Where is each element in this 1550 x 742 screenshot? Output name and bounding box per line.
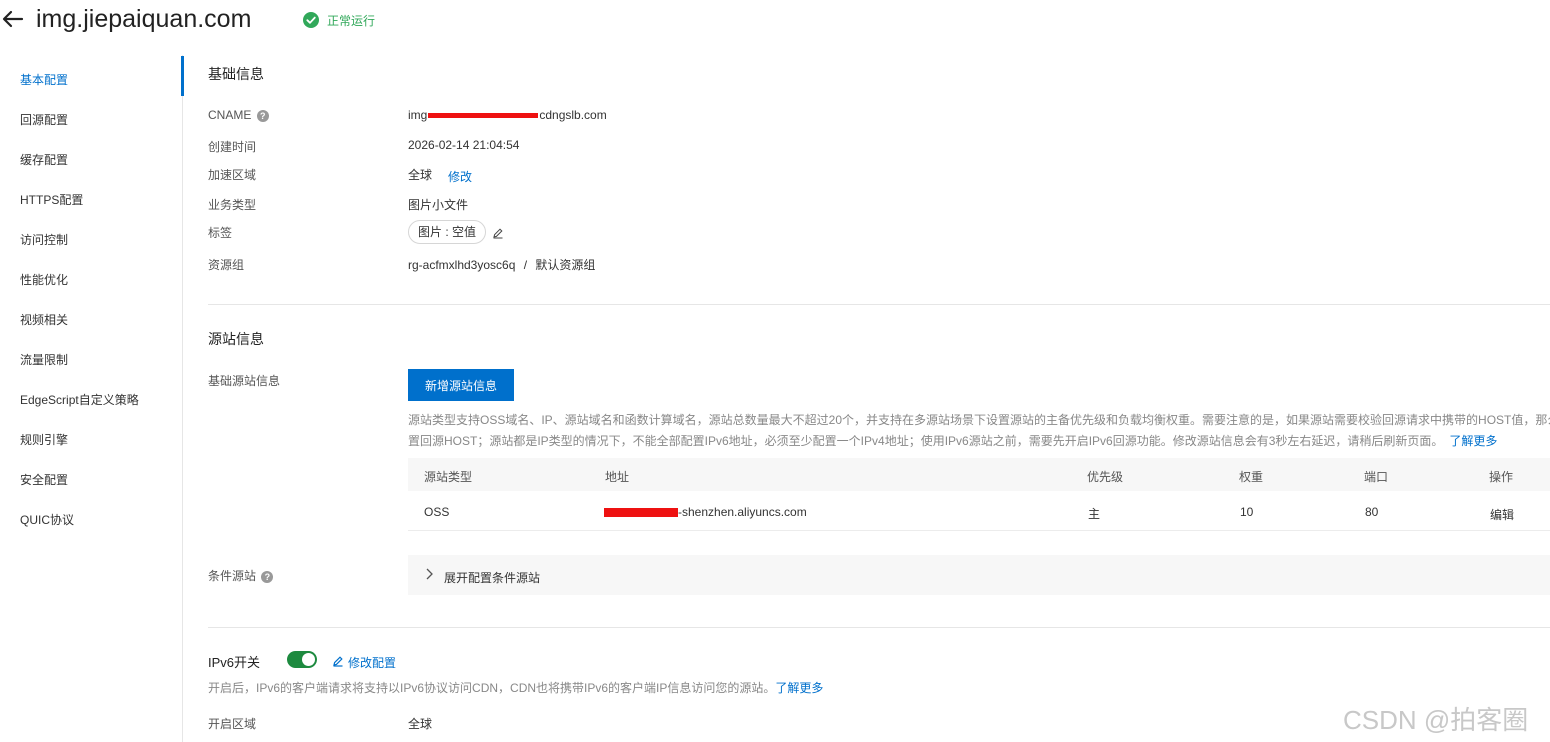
basic-info-title: 基础信息 <box>208 66 264 82</box>
cell-weight: 10 <box>1240 505 1254 519</box>
origin-description-line2: 置回源HOST；源站都是IP类型的情况下，不能全部配置IPv6地址，必须至少配置… <box>408 434 1498 448</box>
ipv6-toggle[interactable] <box>287 651 317 668</box>
conditional-origin-panel[interactable] <box>408 555 1550 595</box>
region-value: 全球 <box>408 168 433 182</box>
origin-learn-more-link[interactable]: 了解更多 <box>1449 434 1497 448</box>
conditional-origin-expand[interactable]: 展开配置条件源站 <box>444 569 540 586</box>
region-label: 加速区域 <box>208 168 257 182</box>
col-origin-type: 源站类型 <box>424 470 473 484</box>
edit-pencil-icon[interactable] <box>492 227 504 239</box>
resource-group-label: 资源组 <box>208 258 245 272</box>
cname-value: img cdngslb.com <box>408 108 607 122</box>
created-value: 2026-02-14 21:04:54 <box>408 138 520 152</box>
cname-redaction <box>428 113 539 119</box>
ipv6-title: IPv6开关 <box>208 655 261 670</box>
col-address: 地址 <box>605 470 630 484</box>
resource-group-value: rg-acfmxlhd3yosc6q / 默认资源组 <box>408 258 596 272</box>
domain-title: img.jiepaiquan.com <box>36 5 252 33</box>
sidebar-item-performance[interactable]: 性能优化 <box>20 271 68 288</box>
region-modify-link[interactable]: 修改 <box>448 168 472 185</box>
cell-origin-type: OSS <box>424 505 450 519</box>
status-text: 正常运行 <box>327 14 376 28</box>
help-icon[interactable]: ? <box>261 571 274 583</box>
sidebar-item-quic[interactable]: QUIC协议 <box>20 511 74 528</box>
cell-port: 80 <box>1365 505 1379 519</box>
table-row-divider <box>408 530 1550 531</box>
col-priority: 优先级 <box>1087 470 1124 484</box>
cell-priority: 主 <box>1088 507 1101 521</box>
tag-label: 标签 <box>208 226 233 240</box>
business-type-label: 业务类型 <box>208 198 257 212</box>
business-type-value: 图片小文件 <box>408 198 469 212</box>
basic-origin-label: 基础源站信息 <box>208 374 281 388</box>
sidebar-item-basic-config[interactable]: 基本配置 <box>20 71 68 88</box>
add-origin-button[interactable]: 新增源站信息 <box>408 369 514 401</box>
section-divider <box>208 304 1550 305</box>
ipv6-description: 开启后，IPv6的客户端请求将支持以IPv6协议访问CDN，CDN也将携带IPv… <box>208 681 824 695</box>
address-redaction <box>604 508 678 518</box>
section-divider <box>208 627 1550 628</box>
help-icon[interactable]: ? <box>256 110 269 122</box>
col-port: 端口 <box>1364 470 1389 484</box>
back-arrow-icon[interactable] <box>2 8 24 30</box>
created-label: 创建时间 <box>208 140 257 154</box>
sidebar-item-access-control[interactable]: 访问控制 <box>20 231 68 248</box>
sidebar-item-traffic-limit[interactable]: 流量限制 <box>20 351 68 368</box>
sidebar-item-https-config[interactable]: HTTPS配置 <box>20 191 83 208</box>
sidebar-item-rules-engine[interactable]: 规则引擎 <box>20 431 68 448</box>
ipv6-region-label: 开启区域 <box>208 717 257 731</box>
sidebar-item-origin-config[interactable]: 回源配置 <box>20 111 68 128</box>
sidebar-item-security[interactable]: 安全配置 <box>20 471 68 488</box>
cell-address: -shenzhen.aliyuncs.com <box>604 505 807 519</box>
row-edit-link[interactable]: 编辑 <box>1490 506 1514 523</box>
ipv6-region-value: 全球 <box>408 717 433 731</box>
edit-pencil-icon <box>333 656 343 667</box>
ipv6-modify-link[interactable]: 修改配置 <box>348 654 396 671</box>
sidebar-active-indicator <box>181 56 184 96</box>
col-action: 操作 <box>1489 470 1514 484</box>
sidebar-item-cache-config[interactable]: 缓存配置 <box>20 151 68 168</box>
ipv6-learn-more-link[interactable]: 了解更多 <box>775 681 823 695</box>
sidebar-item-video[interactable]: 视频相关 <box>20 311 68 328</box>
sidebar-divider <box>182 55 183 742</box>
col-weight: 权重 <box>1239 470 1264 484</box>
conditional-origin-label: 条件源站 ? <box>208 567 274 584</box>
tag-pill: 图片 : 空值 <box>408 220 487 244</box>
origin-info-title: 源站信息 <box>208 331 264 347</box>
chevron-right-icon <box>426 568 433 580</box>
sidebar-item-edgescript[interactable]: EdgeScript自定义策略 <box>20 391 139 408</box>
cname-label: CNAME ? <box>208 108 269 122</box>
origin-description-line1: 源站类型支持OSS域名、IP、源站域名和函数计算域名，源站总数量最大不超过20个… <box>408 413 1550 427</box>
status-check-icon <box>303 12 319 28</box>
watermark: CSDN @拍客圈 <box>1343 705 1529 735</box>
